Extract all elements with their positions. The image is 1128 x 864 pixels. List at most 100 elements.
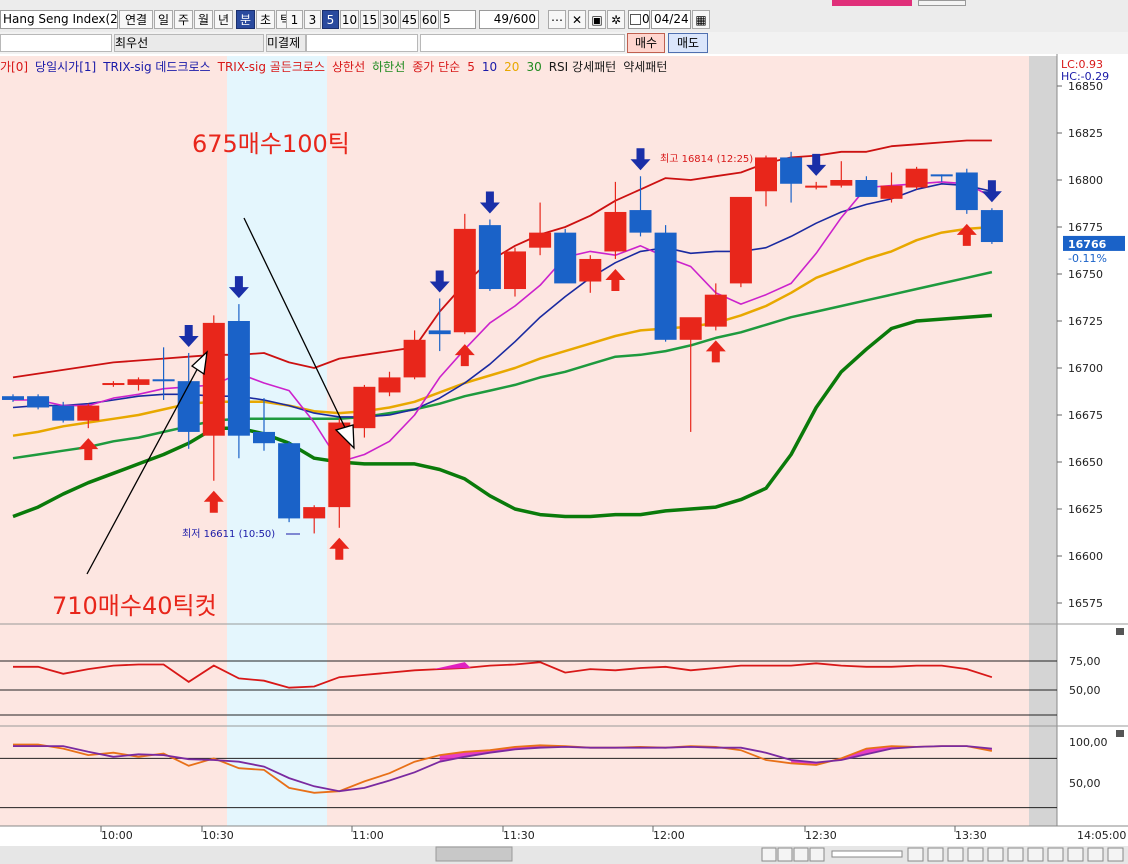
interval-button-45[interactable]: 45 bbox=[400, 10, 419, 29]
interval-button-30[interactable]: 30 bbox=[380, 10, 399, 29]
period-button-0[interactable]: 연결 bbox=[119, 10, 153, 29]
stoch-tick-100: 100,00 bbox=[1069, 736, 1108, 749]
candle-body-0 bbox=[2, 396, 24, 400]
period-button-2[interactable]: 주 bbox=[174, 10, 193, 29]
x-tick-label-4: 12:00 bbox=[653, 829, 685, 842]
open-interest-field: 0 ( 0 ) bbox=[306, 34, 418, 52]
legend-item-11: RSI 강세패턴 bbox=[548, 60, 617, 74]
tool-icon-3 bbox=[967, 847, 984, 862]
y-tick-label-9: 16625 bbox=[1068, 503, 1103, 516]
right-margin-bg bbox=[1029, 56, 1057, 826]
legend-item-7: 5 bbox=[467, 60, 475, 74]
tool-icon-8 bbox=[1067, 847, 1084, 862]
candle-settings-icon[interactable]: ⋯ bbox=[548, 10, 566, 29]
x-tick-label-3: 11:30 bbox=[503, 829, 535, 842]
candle-body-38 bbox=[955, 172, 978, 211]
tool-icon-7 bbox=[1047, 847, 1064, 862]
y-tick-label-8: 16650 bbox=[1068, 456, 1103, 469]
checkbox[interactable] bbox=[630, 14, 641, 25]
y-tick-label-11: 16575 bbox=[1068, 597, 1103, 610]
oi-value: 0 bbox=[354, 51, 362, 52]
candle-body-36 bbox=[905, 168, 928, 188]
price-chart: 1685016825168001677516750167251670016675… bbox=[0, 54, 1128, 864]
candle-body-14 bbox=[353, 386, 376, 429]
checkbox-field[interactable]: 0 bbox=[628, 10, 650, 29]
candle-body-18 bbox=[453, 228, 476, 333]
y-tick-label-10: 16600 bbox=[1068, 550, 1103, 563]
date-field[interactable]: 04/24 bbox=[651, 10, 691, 29]
tool-icon-10 bbox=[1107, 847, 1124, 862]
rsi-tick-75: 75,00 bbox=[1069, 655, 1101, 668]
ohl-field: 시 고 저 bbox=[420, 34, 625, 52]
candle-body-27 bbox=[679, 317, 702, 340]
legend-item-12: 약세패턴 bbox=[623, 60, 668, 74]
candle-body-1 bbox=[27, 396, 50, 408]
buy-button[interactable]: 매수 bbox=[627, 33, 665, 53]
stoch-tick-50: 50,00 bbox=[1069, 777, 1101, 790]
symbol-field[interactable]: Hang Seng Index(24.0 bbox=[0, 10, 118, 29]
candle-body-34 bbox=[855, 180, 878, 197]
candle-body-22 bbox=[554, 232, 577, 284]
candle-body-7 bbox=[177, 381, 200, 432]
candle-body-5 bbox=[127, 379, 150, 385]
candle-body-28 bbox=[704, 294, 727, 327]
checkbox-label: 0 bbox=[642, 12, 650, 26]
legend-item-9: 20 bbox=[504, 60, 520, 74]
candle-body-20 bbox=[504, 251, 526, 290]
period-button-1[interactable]: 일 bbox=[154, 10, 173, 29]
candle-body-35 bbox=[880, 185, 903, 199]
candle-body-3 bbox=[77, 405, 100, 421]
change-value: 0 bbox=[41, 51, 49, 52]
price-change-field: 0 ( 0% ) bbox=[0, 34, 112, 52]
low-marker-label: 최저 16611 (10:50) bbox=[182, 528, 275, 540]
interval-button-1[interactable]: 1 bbox=[286, 10, 303, 29]
last-price-value: 16766 bbox=[1068, 238, 1107, 251]
legend-item-10: 30 bbox=[526, 60, 542, 74]
interval-select[interactable]: 5 bbox=[440, 10, 476, 29]
interval-button-5[interactable]: 5 bbox=[322, 10, 339, 29]
playback-button-0 bbox=[761, 847, 777, 862]
period-button-5[interactable]: 분 bbox=[236, 10, 255, 29]
interval-button-60[interactable]: 60 bbox=[420, 10, 439, 29]
interval-button-15[interactable]: 15 bbox=[360, 10, 379, 29]
top-right-button[interactable] bbox=[832, 0, 912, 6]
legend-item-6: 종가 단순 bbox=[412, 60, 461, 74]
candle-body-30 bbox=[755, 157, 777, 192]
info-row: 0 ( 0% ) 최우선 미결제 0 ( 0 ) 시 고 저 매수 매도 bbox=[0, 32, 1128, 55]
candle-body-23 bbox=[579, 258, 602, 282]
x-tick-label-7: 14:05:00 bbox=[1077, 829, 1126, 842]
candle-body-25 bbox=[629, 210, 652, 233]
y-tick-label-6: 16700 bbox=[1068, 362, 1103, 375]
count-field[interactable]: 49/600 bbox=[479, 10, 539, 29]
candle-body-9 bbox=[227, 321, 250, 436]
playback-button-3 bbox=[809, 847, 825, 862]
annotation-cut-710: 710매수40틱컷 bbox=[52, 592, 217, 620]
top-right-control[interactable] bbox=[918, 0, 966, 6]
legend-item-2: TRIX-sig 데드크로스 bbox=[103, 60, 211, 74]
interval-button-3[interactable]: 3 bbox=[304, 10, 321, 29]
period-button-6[interactable]: 초 bbox=[256, 10, 275, 29]
candle-body-19 bbox=[478, 225, 501, 290]
period-button-4[interactable]: 년 bbox=[214, 10, 233, 29]
candle-body-33 bbox=[830, 180, 853, 186]
scroll-icon[interactable]: ✕ bbox=[568, 10, 586, 29]
zoom-slider bbox=[831, 850, 903, 858]
toolbar: Hang Seng Index(24.0 5 49/600 ⋯ ✕ ▣ ✲ 0 … bbox=[0, 0, 1128, 33]
tool-icon-2 bbox=[947, 847, 964, 862]
gear-icon[interactable]: ✲ bbox=[607, 10, 625, 29]
interval-button-10[interactable]: 10 bbox=[340, 10, 359, 29]
candle-body-39 bbox=[980, 210, 1003, 243]
legend-item-1: 당일시가[1] bbox=[35, 60, 97, 74]
candle-body-26 bbox=[654, 232, 677, 340]
save-icon[interactable]: ▣ bbox=[588, 10, 606, 29]
period-button-3[interactable]: 월 bbox=[194, 10, 213, 29]
calendar-icon[interactable]: ▦ bbox=[692, 10, 710, 29]
x-tick-label-1: 10:30 bbox=[202, 829, 234, 842]
high-marker-label: 최고 16814 (12:25) bbox=[660, 153, 753, 165]
last-change-value: -0.11% bbox=[1068, 252, 1107, 265]
sell-button[interactable]: 매도 bbox=[668, 33, 708, 53]
tool-icon-9 bbox=[1087, 847, 1104, 862]
stoch-panel-close-icon bbox=[1116, 730, 1124, 737]
open-label: 시 bbox=[424, 51, 435, 52]
y-tick-label-4: 16750 bbox=[1068, 268, 1103, 281]
